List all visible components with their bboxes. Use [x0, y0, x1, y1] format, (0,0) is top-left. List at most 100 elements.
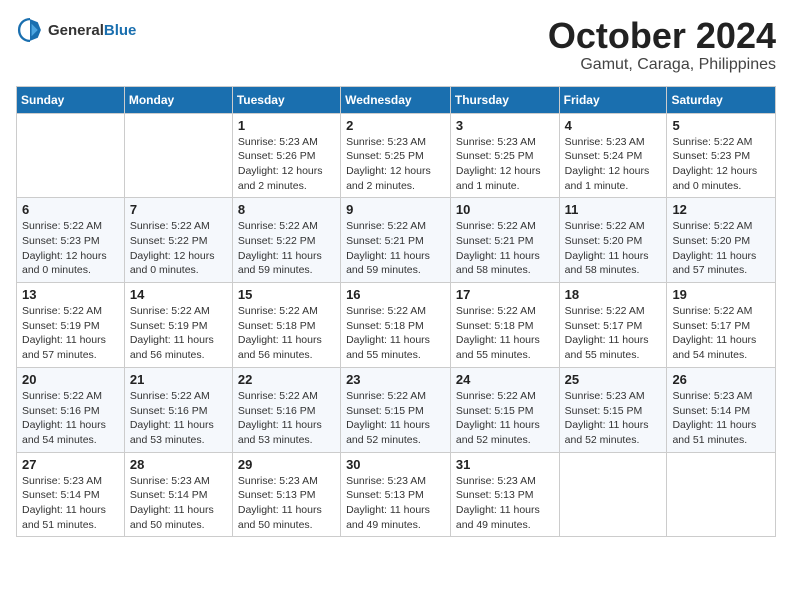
calendar-body: 1Sunrise: 5:23 AM Sunset: 5:26 PM Daylig… — [17, 113, 776, 537]
calendar-cell: 9 Sunrise: 5:22 AM Sunset: 5:21 PM Daylig… — [341, 198, 451, 283]
calendar-cell — [17, 113, 125, 198]
column-header-monday: Monday — [124, 86, 232, 113]
day-number: 13 — [22, 287, 119, 302]
calendar-cell — [124, 113, 232, 198]
calendar-cell: 4 Sunrise: 5:23 AM Sunset: 5:24 PM Daylig… — [559, 113, 667, 198]
day-info: Sunrise: 5:22 AM Sunset: 5:23 PM Dayligh… — [672, 135, 770, 194]
day-info: Sunrise: 5:23 AM Sunset: 5:24 PM Dayligh… — [565, 135, 662, 194]
day-number: 5 — [672, 118, 770, 133]
day-number: 25 — [565, 372, 662, 387]
day-info: Sunrise: 5:23 AM Sunset: 5:14 PM Dayligh… — [22, 474, 119, 533]
day-info: Sunrise: 5:22 AM Sunset: 5:18 PM Dayligh… — [456, 304, 554, 363]
calendar-cell: 16 Sunrise: 5:22 AM Sunset: 5:18 PM Dayli… — [341, 283, 451, 368]
calendar-week-row: 20 Sunrise: 5:22 AM Sunset: 5:16 PM Dayli… — [17, 367, 776, 452]
calendar-cell: 18Sunrise: 5:22 AM Sunset: 5:17 PM Dayli… — [559, 283, 667, 368]
day-number: 19 — [672, 287, 770, 302]
calendar-cell: 3Sunrise: 5:23 AM Sunset: 5:25 PM Daylig… — [450, 113, 559, 198]
day-number: 8 — [238, 202, 335, 217]
day-info: Sunrise: 5:22 AM Sunset: 5:17 PM Dayligh… — [565, 304, 662, 363]
logo-blue: Blue — [104, 22, 137, 39]
day-info: Sunrise: 5:22 AM Sunset: 5:18 PM Dayligh… — [238, 304, 335, 363]
day-number: 4 — [565, 118, 662, 133]
day-info: Sunrise: 5:22 AM Sunset: 5:16 PM Dayligh… — [22, 389, 119, 448]
day-info: Sunrise: 5:22 AM Sunset: 5:20 PM Dayligh… — [672, 219, 770, 278]
day-number: 17 — [456, 287, 554, 302]
location-title: Gamut, Caraga, Philippines — [548, 56, 776, 74]
logo-text: GeneralBlue — [48, 22, 136, 39]
day-info: Sunrise: 5:23 AM Sunset: 5:13 PM Dayligh… — [238, 474, 335, 533]
calendar-cell: 8 Sunrise: 5:22 AM Sunset: 5:22 PM Daylig… — [232, 198, 340, 283]
calendar-cell: 31 Sunrise: 5:23 AM Sunset: 5:13 PM Dayli… — [450, 452, 559, 537]
day-number: 28 — [130, 457, 227, 472]
day-number: 24 — [456, 372, 554, 387]
logo-general: General — [48, 22, 104, 39]
calendar-week-row: 1Sunrise: 5:23 AM Sunset: 5:26 PM Daylig… — [17, 113, 776, 198]
day-info: Sunrise: 5:22 AM Sunset: 5:15 PM Dayligh… — [456, 389, 554, 448]
day-number: 12 — [672, 202, 770, 217]
month-title: October 2024 — [548, 16, 776, 56]
day-info: Sunrise: 5:23 AM Sunset: 5:25 PM Dayligh… — [346, 135, 445, 194]
calendar-cell: 30 Sunrise: 5:23 AM Sunset: 5:13 PM Dayli… — [341, 452, 451, 537]
calendar-cell: 14 Sunrise: 5:22 AM Sunset: 5:19 PM Dayli… — [124, 283, 232, 368]
day-number: 9 — [346, 202, 445, 217]
calendar-cell: 20 Sunrise: 5:22 AM Sunset: 5:16 PM Dayli… — [17, 367, 125, 452]
day-number: 7 — [130, 202, 227, 217]
day-info: Sunrise: 5:22 AM Sunset: 5:19 PM Dayligh… — [130, 304, 227, 363]
calendar-cell: 5 Sunrise: 5:22 AM Sunset: 5:23 PM Daylig… — [667, 113, 776, 198]
day-number: 31 — [456, 457, 554, 472]
calendar-cell: 19Sunrise: 5:22 AM Sunset: 5:17 PM Dayli… — [667, 283, 776, 368]
calendar-week-row: 13 Sunrise: 5:22 AM Sunset: 5:19 PM Dayli… — [17, 283, 776, 368]
day-info: Sunrise: 5:22 AM Sunset: 5:22 PM Dayligh… — [238, 219, 335, 278]
day-number: 11 — [565, 202, 662, 217]
day-info: Sunrise: 5:22 AM Sunset: 5:18 PM Dayligh… — [346, 304, 445, 363]
day-info: Sunrise: 5:22 AM Sunset: 5:21 PM Dayligh… — [346, 219, 445, 278]
calendar-cell: 22Sunrise: 5:22 AM Sunset: 5:16 PM Dayli… — [232, 367, 340, 452]
day-number: 6 — [22, 202, 119, 217]
day-info: Sunrise: 5:23 AM Sunset: 5:14 PM Dayligh… — [672, 389, 770, 448]
day-number: 2 — [346, 118, 445, 133]
calendar-cell: 25Sunrise: 5:23 AM Sunset: 5:15 PM Dayli… — [559, 367, 667, 452]
day-info: Sunrise: 5:22 AM Sunset: 5:20 PM Dayligh… — [565, 219, 662, 278]
day-number: 16 — [346, 287, 445, 302]
calendar-cell: 21Sunrise: 5:22 AM Sunset: 5:16 PM Dayli… — [124, 367, 232, 452]
day-info: Sunrise: 5:22 AM Sunset: 5:22 PM Dayligh… — [130, 219, 227, 278]
day-info: Sunrise: 5:23 AM Sunset: 5:13 PM Dayligh… — [456, 474, 554, 533]
logo: GeneralBlue — [16, 16, 136, 44]
calendar-cell — [667, 452, 776, 537]
column-header-tuesday: Tuesday — [232, 86, 340, 113]
day-number: 26 — [672, 372, 770, 387]
column-header-saturday: Saturday — [667, 86, 776, 113]
title-area: October 2024 Gamut, Caraga, Philippines — [548, 16, 776, 74]
calendar-cell: 1Sunrise: 5:23 AM Sunset: 5:26 PM Daylig… — [232, 113, 340, 198]
day-info: Sunrise: 5:22 AM Sunset: 5:19 PM Dayligh… — [22, 304, 119, 363]
day-info: Sunrise: 5:22 AM Sunset: 5:23 PM Dayligh… — [22, 219, 119, 278]
day-number: 30 — [346, 457, 445, 472]
day-info: Sunrise: 5:22 AM Sunset: 5:15 PM Dayligh… — [346, 389, 445, 448]
column-header-sunday: Sunday — [17, 86, 125, 113]
calendar-cell: 15Sunrise: 5:22 AM Sunset: 5:18 PM Dayli… — [232, 283, 340, 368]
day-number: 20 — [22, 372, 119, 387]
day-number: 29 — [238, 457, 335, 472]
calendar-week-row: 27 Sunrise: 5:23 AM Sunset: 5:14 PM Dayli… — [17, 452, 776, 537]
day-info: Sunrise: 5:23 AM Sunset: 5:13 PM Dayligh… — [346, 474, 445, 533]
page-header: GeneralBlue October 2024 Gamut, Caraga, … — [16, 16, 776, 74]
calendar-cell: 26 Sunrise: 5:23 AM Sunset: 5:14 PM Dayli… — [667, 367, 776, 452]
calendar-week-row: 6 Sunrise: 5:22 AM Sunset: 5:23 PM Daylig… — [17, 198, 776, 283]
day-number: 1 — [238, 118, 335, 133]
calendar-cell: 12 Sunrise: 5:22 AM Sunset: 5:20 PM Dayli… — [667, 198, 776, 283]
calendar-cell: 6 Sunrise: 5:22 AM Sunset: 5:23 PM Daylig… — [17, 198, 125, 283]
day-info: Sunrise: 5:22 AM Sunset: 5:21 PM Dayligh… — [456, 219, 554, 278]
calendar-cell: 2 Sunrise: 5:23 AM Sunset: 5:25 PM Daylig… — [341, 113, 451, 198]
calendar-cell: 17 Sunrise: 5:22 AM Sunset: 5:18 PM Dayli… — [450, 283, 559, 368]
day-number: 22 — [238, 372, 335, 387]
column-header-wednesday: Wednesday — [341, 86, 451, 113]
day-number: 27 — [22, 457, 119, 472]
logo-icon — [16, 16, 44, 44]
day-number: 23 — [346, 372, 445, 387]
calendar-table: SundayMondayTuesdayWednesdayThursdayFrid… — [16, 86, 776, 538]
day-info: Sunrise: 5:23 AM Sunset: 5:14 PM Dayligh… — [130, 474, 227, 533]
calendar-cell: 24 Sunrise: 5:22 AM Sunset: 5:15 PM Dayli… — [450, 367, 559, 452]
calendar-cell: 28 Sunrise: 5:23 AM Sunset: 5:14 PM Dayli… — [124, 452, 232, 537]
day-number: 21 — [130, 372, 227, 387]
day-number: 14 — [130, 287, 227, 302]
